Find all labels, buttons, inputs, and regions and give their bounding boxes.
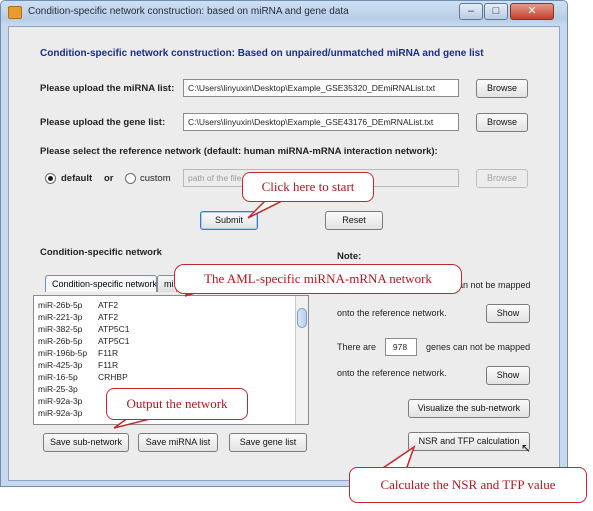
maximize-icon: □: [492, 5, 500, 17]
show-gene-button[interactable]: Show: [486, 366, 530, 385]
custom-browse-button[interactable]: Browse: [476, 169, 528, 188]
panel-heading: Condition-specific network construction:…: [40, 48, 484, 59]
custom-option-label: custom: [140, 173, 171, 184]
minimize-button[interactable]: –: [459, 3, 483, 20]
note-genes-tail: genes can not be mapped: [426, 342, 531, 352]
default-radio[interactable]: [45, 173, 56, 184]
note-mirna-line2: onto the reference network.: [337, 308, 447, 318]
callout-output-network: Output the network: [106, 388, 248, 420]
note-there-are: There are: [337, 342, 377, 352]
gene-browse-button[interactable]: Browse: [476, 113, 528, 132]
note-gene-line2: onto the reference network.: [337, 368, 447, 378]
callout-calculate-nsr-tfp: Calculate the NSR and TFP value: [349, 467, 587, 503]
callout-aml-network: The AML-specific miRNA-mRNA network: [174, 264, 462, 294]
radio-selected-dot: [48, 176, 53, 181]
nsr-tfp-calculation-button[interactable]: NSR and TFP calculation: [408, 432, 530, 451]
custom-radio[interactable]: [125, 173, 136, 184]
gene-count-field: 978: [385, 338, 417, 356]
mirna-path-field[interactable]: C:\Users\linyuxin\Desktop\Example_GSE353…: [183, 79, 459, 97]
save-gene-list-button[interactable]: Save gene list: [229, 433, 307, 452]
gene-path-field[interactable]: C:\Users\linyuxin\Desktop\Example_GSE431…: [183, 113, 459, 131]
scrollbar-thumb[interactable]: [297, 308, 307, 328]
tab-condition-specific-network[interactable]: Condition-specific network: [45, 275, 157, 292]
minimize-icon: –: [467, 5, 475, 17]
default-option-label: default: [61, 173, 93, 184]
mirna-list-label: Please upload the miRNA list:: [40, 83, 175, 94]
java-app-icon: [8, 6, 22, 19]
close-icon: ✕: [527, 5, 537, 17]
reset-button[interactable]: Reset: [325, 211, 383, 230]
reference-network-label: Please select the reference network (def…: [40, 146, 438, 157]
maximize-button[interactable]: □: [484, 3, 508, 20]
note-label: Note:: [337, 251, 362, 262]
visualize-subnetwork-button[interactable]: Visualize the sub-network: [408, 399, 530, 418]
list-scrollbar[interactable]: [295, 296, 308, 424]
save-mirna-list-button[interactable]: Save miRNA list: [138, 433, 218, 452]
close-button[interactable]: ✕: [510, 3, 554, 20]
title-bar[interactable]: Condition-specific network construction:…: [1, 1, 567, 25]
mirna-browse-button[interactable]: Browse: [476, 79, 528, 98]
mouse-cursor-icon: ↖: [521, 441, 532, 455]
network-section-label: Condition-specific network: [40, 247, 162, 258]
submit-button[interactable]: Submit: [200, 211, 258, 230]
save-subnetwork-button[interactable]: Save sub-network: [43, 433, 129, 452]
or-text: or: [104, 173, 114, 184]
note-mirna-tail: an not be mapped: [458, 280, 531, 290]
gene-list-label: Please upload the gene list:: [40, 117, 166, 128]
window-title: Condition-specific network construction:…: [28, 6, 349, 17]
show-mirna-button[interactable]: Show: [486, 304, 530, 323]
callout-click-here-to-start: Click here to start: [242, 172, 374, 202]
